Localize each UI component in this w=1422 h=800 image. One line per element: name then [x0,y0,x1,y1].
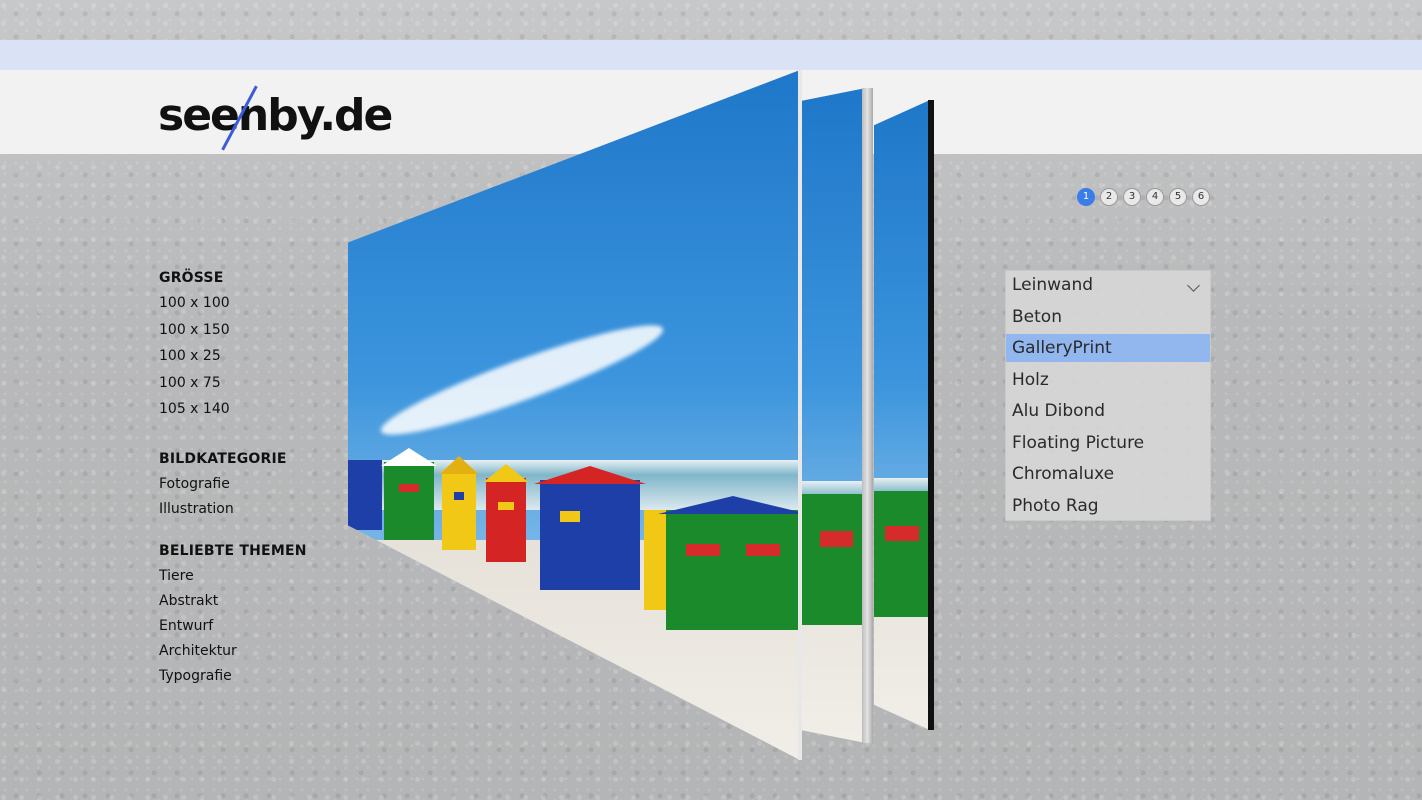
filter-heading-size: GRÖSSE [159,270,224,286]
canvas-front-edge [798,70,802,760]
logo-text: seenby.de [158,90,393,141]
site-logo[interactable]: seenby.de [158,85,393,151]
beach-hut [657,496,800,630]
top-accent-strip [0,40,1422,70]
material-option[interactable]: Photo Rag [1006,492,1210,520]
theme-option[interactable]: Architektur [159,642,359,667]
material-option[interactable]: Chromaluxe [1006,460,1210,488]
canvas-pagination: 1 2 3 4 5 6 [1077,188,1210,206]
theme-option[interactable]: Entwurf [159,617,359,642]
size-option[interactable]: 105 x 140 [159,400,359,427]
filter-heading-category: BILDKATEGORIE [159,450,287,467]
size-option[interactable]: 100 x 25 [159,347,359,374]
beach-hut [439,456,479,550]
page-button[interactable]: 6 [1192,188,1210,206]
page-button[interactable]: 1 [1077,188,1095,206]
page-button[interactable]: 4 [1146,188,1164,206]
size-option[interactable]: 100 x 150 [159,321,359,348]
filter-section-category: BILDKATEGORIE Fotografie Illustration [159,451,359,525]
filter-sidebar: GRÖSSE 100 x 100 100 x 150 100 x 25 100 … [159,270,359,692]
canvas-middle-edge [862,88,873,743]
material-option[interactable]: Holz [1006,366,1210,394]
material-option[interactable]: Beton [1006,303,1210,331]
page-button[interactable]: 5 [1169,188,1187,206]
theme-option[interactable]: Tiere [159,567,359,592]
canvas-preview-back [874,100,930,730]
filter-section-size: GRÖSSE 100 x 100 100 x 150 100 x 25 100 … [159,270,359,427]
beach-hut [483,464,529,562]
filter-section-themes: BELIEBTE THEMEN Tiere Abstrakt Entwurf A… [159,543,359,692]
beach-hut [348,460,382,530]
size-option[interactable]: 100 x 75 [159,374,359,401]
page-button[interactable]: 3 [1123,188,1141,206]
material-option-highlighted[interactable]: GalleryPrint [1006,334,1210,362]
material-option-selected[interactable]: Leinwand [1006,271,1210,299]
material-option[interactable]: Alu Dibond [1006,397,1210,425]
beach-hut [644,510,668,610]
theme-option[interactable]: Abstrakt [159,592,359,617]
page-button[interactable]: 2 [1100,188,1118,206]
size-option[interactable]: 100 x 100 [159,294,359,321]
canvas-back-edge [928,100,934,730]
category-option[interactable]: Fotografie [159,475,359,500]
filter-heading-themes: BELIEBTE THEMEN [159,542,307,559]
beach-hut [534,466,646,590]
category-option[interactable]: Illustration [159,500,359,525]
material-select-dropdown[interactable]: Leinwand Beton GalleryPrint Holz Alu Dib… [1005,270,1211,521]
material-option[interactable]: Floating Picture [1006,429,1210,457]
theme-option[interactable]: Typografie [159,667,359,692]
canvas-preview-middle [800,88,866,743]
beach-hut [381,448,437,540]
